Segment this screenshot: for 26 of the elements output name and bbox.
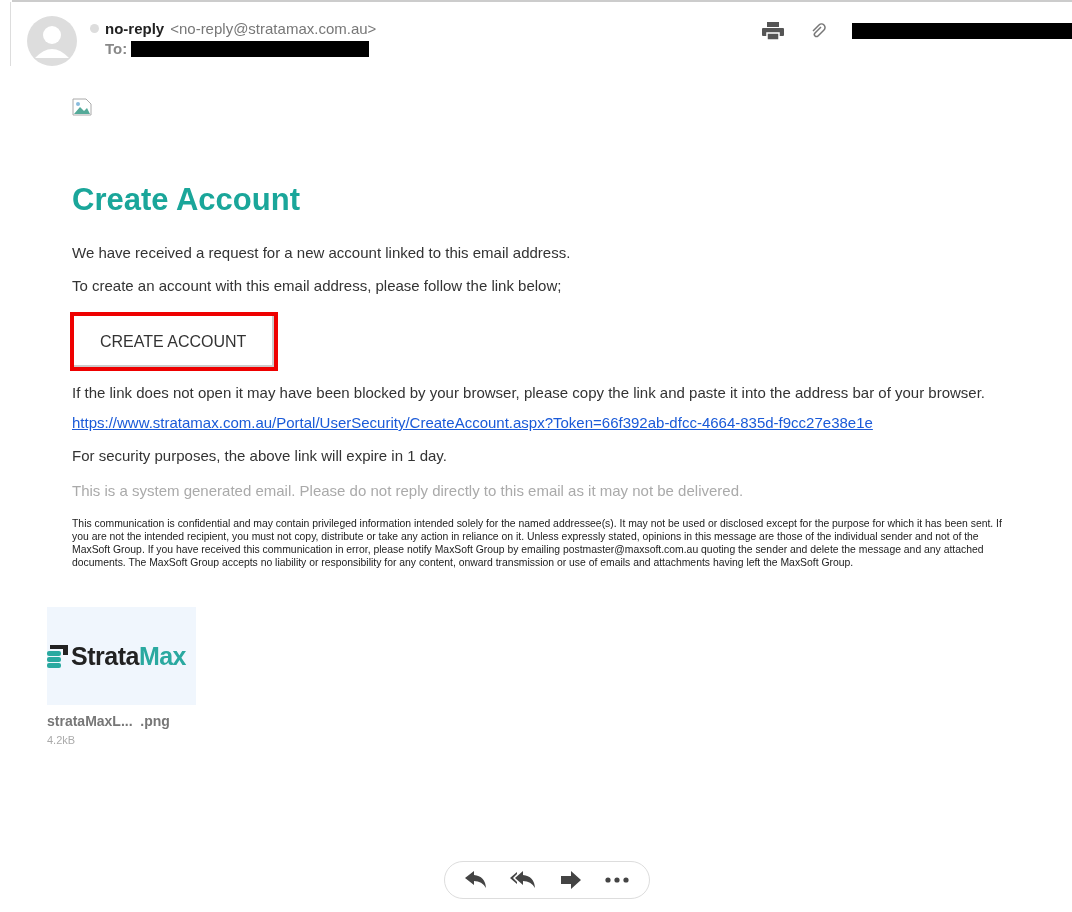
print-icon[interactable] <box>762 22 784 40</box>
attachment-filename[interactable]: strataMaxL... .png <box>47 713 1072 729</box>
sender-name: no-reply <box>105 20 165 37</box>
avatar-icon <box>27 16 77 66</box>
reply-icon[interactable] <box>464 871 487 889</box>
attachment-thumbnail[interactable]: StrataMax <box>47 607 196 705</box>
logo-text: StrataMax <box>71 641 186 671</box>
broken-image-icon <box>72 98 92 116</box>
more-icon[interactable] <box>605 877 630 883</box>
disclaimer-text: This communication is confidential and may contain privileged information intended solely for the named addressee(s). It may not be used or disclosed except for the purpose for which it has been sent. If you are not the intended recipient, you must not copy, distribute or take any action in reliance on it. Unless expressly stated, opinions in this message are those of the individual sender and not of the MaxSoft Group. If you have received this communication in error, please notify MaxSoft Group by emailing postmaster@maxsoft.com.au quoting the sender and delete the message and any attached documents. The MaxSoft Group accepts no liability or responsibility for any content, onward transmission or use of emails and attachments having left the MaxSoft Group. <box>72 517 1003 569</box>
create-account-button[interactable]: CREATE ACCOUNT <box>74 316 275 367</box>
body-text: If the link does not open it may have been blocked by your browser, please copy the link and paste it into the address bar of your browser. <box>72 383 987 402</box>
sender-address: <no-reply@stratamax.com.au> <box>170 20 377 37</box>
body-text: We have received a request for a new account linked to this email address. <box>72 244 572 261</box>
status-dot-icon <box>90 24 99 33</box>
body-text: To create an account with this email address, please follow the link below; <box>72 277 563 294</box>
paperclip-icon[interactable] <box>810 23 826 39</box>
email-title: Create Account <box>72 182 301 218</box>
stack-logo-icon <box>47 643 69 669</box>
create-account-link[interactable]: https://www.stratamax.com.au/Portal/UserSecurity/CreateAccount.aspx?Token=66f392ab-dfcc-4664-835d-f9cc27e38e1e <box>72 414 1012 431</box>
system-note: This is a system generated email. Please do not reply directly to this email as it may not be delivered. <box>72 482 745 499</box>
reply-all-icon[interactable] <box>510 871 537 889</box>
body-text: For security purposes, the above link will expire in 1 day. <box>72 447 448 464</box>
to-label: To: <box>105 40 128 57</box>
forward-icon[interactable] <box>559 871 582 889</box>
attachment-size: 4.2kB <box>47 734 77 746</box>
